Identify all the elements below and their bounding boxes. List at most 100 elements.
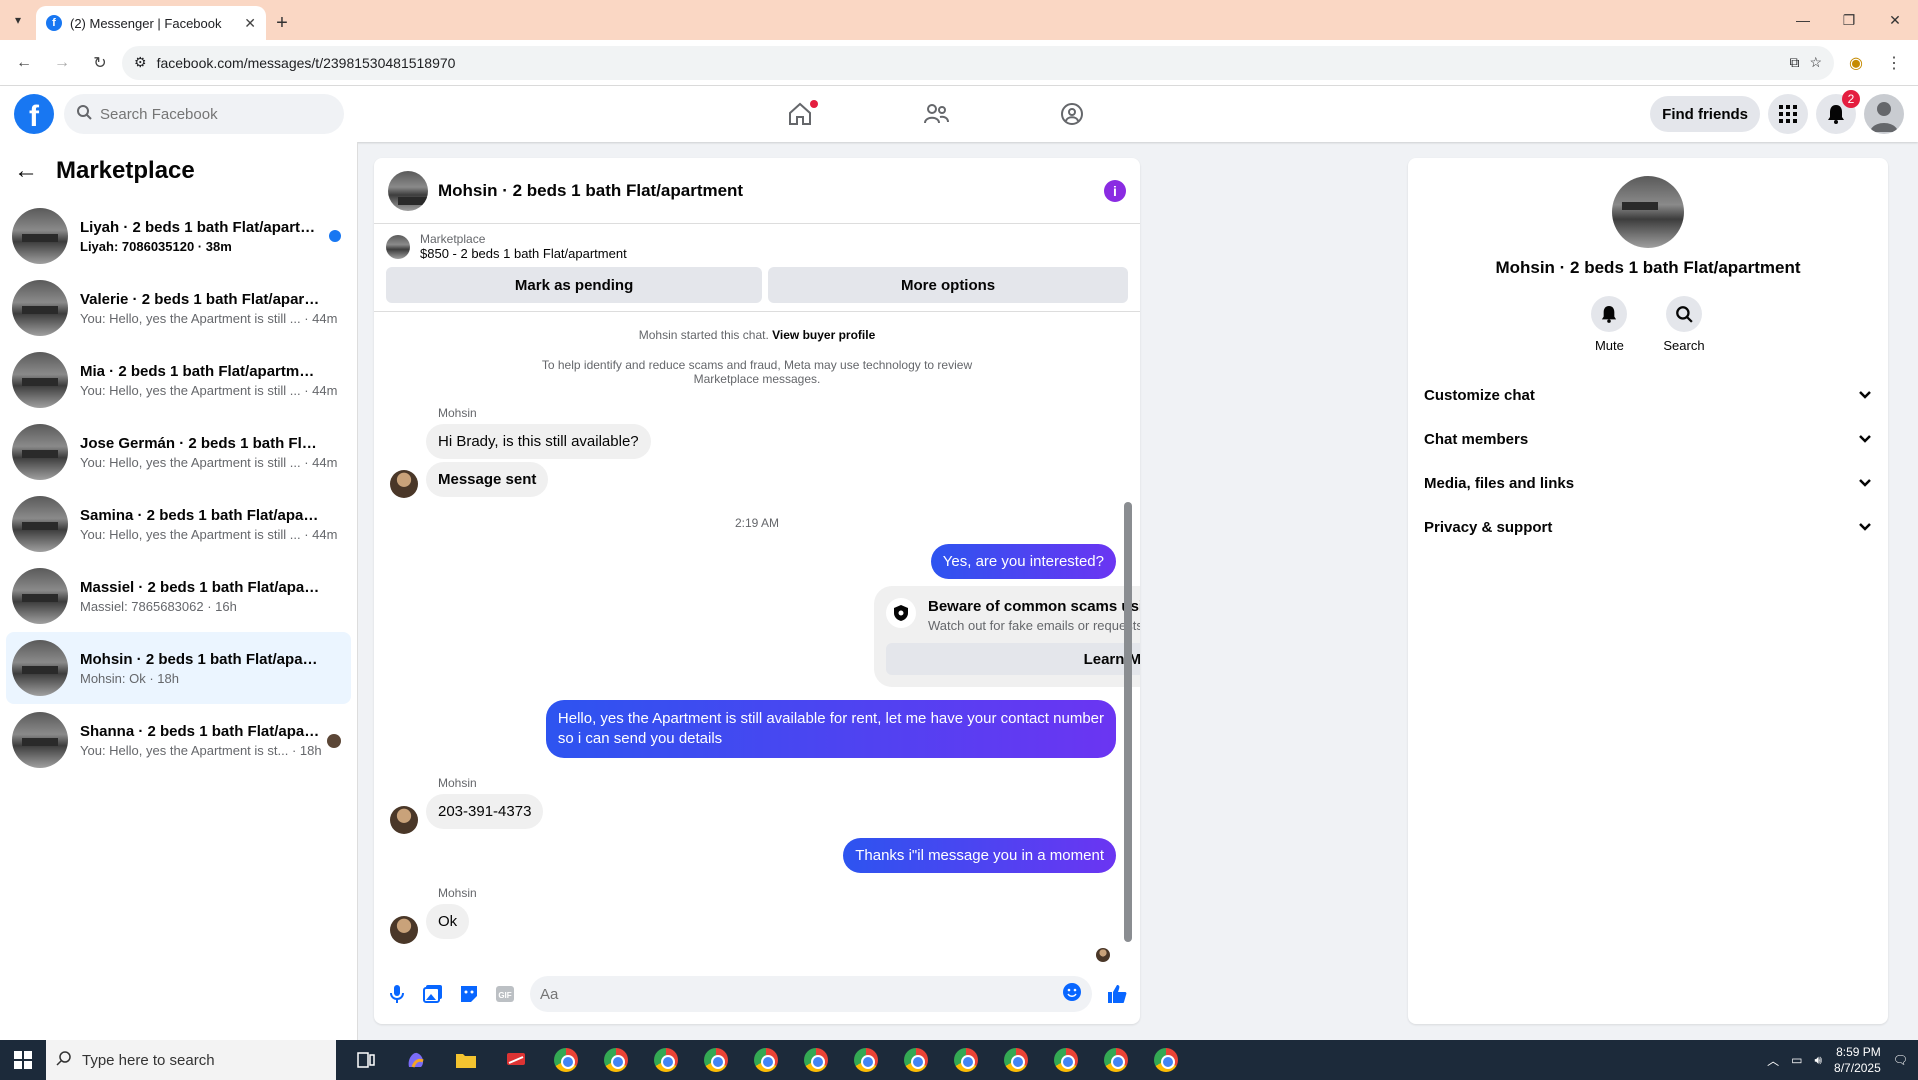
close-window-icon[interactable]: ✕ — [1872, 0, 1918, 40]
conversation-item[interactable]: Mia · 2 beds 1 bath Flat/apartment You: H… — [6, 344, 351, 416]
message-bubble-in[interactable]: 203-391-4373 — [426, 794, 544, 829]
more-options-button[interactable]: More options — [768, 267, 1128, 303]
bookmark-star-icon[interactable]: ☆ — [1809, 54, 1822, 71]
forward-icon[interactable]: → — [46, 47, 78, 79]
conversation-item[interactable]: Jose Germán · 2 beds 1 bath Flat/a... You… — [6, 416, 351, 488]
copilot-icon[interactable] — [396, 1040, 436, 1080]
tab-search-icon[interactable]: ▾ — [0, 0, 36, 40]
message-scrollbar[interactable] — [1124, 322, 1132, 962]
back-arrow-icon[interactable]: ← — [14, 157, 38, 185]
view-buyer-profile-link[interactable]: View buyer profile — [772, 328, 875, 342]
message-bubble-out[interactable]: Thanks i"il message you in a moment — [843, 838, 1116, 873]
scrollbar-thumb[interactable] — [1124, 502, 1132, 942]
chrome-icon[interactable] — [646, 1040, 686, 1080]
mark-as-pending-button[interactable]: Mark as pending — [386, 267, 763, 303]
conversation-item[interactable]: Shanna · 2 beds 1 bath Flat/apar... You: … — [6, 704, 351, 776]
sender-avatar[interactable] — [390, 470, 418, 498]
chrome-icon[interactable] — [596, 1040, 636, 1080]
chrome-icon[interactable] — [946, 1040, 986, 1080]
facebook-search[interactable] — [64, 94, 344, 134]
message-bubble-in[interactable]: Hi Brady, is this still available? — [426, 424, 651, 459]
account-avatar[interactable] — [1864, 94, 1904, 134]
browser-tab[interactable]: f (2) Messenger | Facebook ✕ — [36, 6, 266, 40]
groups-icon[interactable] — [1032, 86, 1112, 142]
sticker-icon[interactable] — [458, 983, 480, 1005]
conversation-item[interactable]: Massiel · 2 beds 1 bath Flat/apart... Mas… — [6, 560, 351, 632]
sender-avatar[interactable] — [390, 806, 418, 834]
file-explorer-icon[interactable] — [446, 1040, 486, 1080]
profile-icon[interactable]: ◉ — [1840, 47, 1872, 79]
chat-title[interactable]: Mohsin · 2 beds 1 bath Flat/apartment — [438, 181, 1094, 201]
network-icon[interactable]: ▭ — [1791, 1053, 1802, 1067]
tab-close-icon[interactable]: ✕ — [244, 15, 256, 32]
conversation-item[interactable]: Valerie · 2 beds 1 bath Flat/apartm... Yo… — [6, 272, 351, 344]
listing-title[interactable]: $850 - 2 beds 1 bath Flat/apartment — [420, 246, 627, 261]
chrome-icon[interactable] — [746, 1040, 786, 1080]
details-section-row[interactable]: Customize chat — [1424, 373, 1872, 417]
taskbar-clock[interactable]: 8:59 PM 8/7/2025 — [1834, 1044, 1881, 1076]
notification-center-icon[interactable]: 🗨︎ — [1893, 1053, 1908, 1067]
details-section-row[interactable]: Privacy & support — [1424, 505, 1872, 549]
gif-icon[interactable]: GIF — [494, 983, 516, 1005]
find-friends-button[interactable]: Find friends — [1650, 96, 1760, 132]
chrome-icon[interactable] — [896, 1040, 936, 1080]
friends-icon[interactable] — [896, 86, 976, 142]
reload-icon[interactable]: ↻ — [84, 47, 116, 79]
notifications-bell-icon[interactable]: 2 — [1816, 90, 1860, 134]
conversation-item[interactable]: Liyah · 2 beds 1 bath Flat/apartm... Liya… — [6, 200, 351, 272]
details-section-row[interactable]: Chat members — [1424, 417, 1872, 461]
details-avatar[interactable] — [1612, 176, 1684, 248]
details-section-label: Privacy & support — [1424, 518, 1553, 536]
site-settings-icon[interactable]: ⚙ — [134, 54, 147, 71]
microphone-icon[interactable] — [386, 983, 408, 1005]
facebook-logo-icon[interactable]: f — [14, 94, 54, 134]
message-bubble-out[interactable]: Hello, yes the Apartment is still availa… — [545, 700, 1116, 758]
chat-header: Mohsin · 2 beds 1 bath Flat/apartment i — [374, 158, 1140, 224]
info-icon[interactable]: i — [1104, 179, 1126, 202]
conversation-item[interactable]: Samina · 2 beds 1 bath Flat/apart... You:… — [6, 488, 351, 560]
message-bubble-in[interactable]: Ok — [426, 904, 470, 939]
restore-icon[interactable]: ❐ — [1826, 0, 1872, 40]
home-icon[interactable] — [760, 86, 840, 142]
chrome-icon[interactable] — [1096, 1040, 1136, 1080]
app-icon[interactable] — [496, 1040, 536, 1080]
chrome-icon[interactable] — [996, 1040, 1036, 1080]
facebook-header: f Find friends 2 — [0, 86, 1918, 142]
thumbs-up-icon[interactable] — [1106, 983, 1128, 1005]
chrome-icon[interactable] — [696, 1040, 736, 1080]
chrome-icon[interactable] — [846, 1040, 886, 1080]
chrome-icon[interactable] — [546, 1040, 586, 1080]
install-app-icon[interactable]: ⧉ — [1789, 54, 1799, 71]
conversation-item[interactable]: Mohsin · 2 beds 1 bath Flat/apart... Mohs… — [6, 632, 351, 704]
emoji-icon[interactable] — [1062, 982, 1082, 1007]
search-input[interactable] — [100, 105, 320, 123]
task-view-icon[interactable] — [346, 1040, 386, 1080]
details-section-row[interactable]: Media, files and links — [1424, 461, 1872, 505]
taskbar-search[interactable]: Type here to search — [46, 1040, 336, 1080]
url-bar[interactable]: ⚙ facebook.com/messages/t/23981530481518… — [122, 45, 1834, 80]
listing-thumbnail[interactable] — [386, 234, 410, 259]
back-icon[interactable]: ← — [8, 47, 40, 79]
message-input-box[interactable] — [530, 976, 1092, 1012]
browser-menu-icon[interactable]: ⋮ — [1878, 47, 1910, 79]
message-bubble-in[interactable]: Message sent — [426, 462, 549, 497]
conversation-thumbnail — [12, 640, 68, 696]
chat-avatar[interactable] — [388, 170, 428, 211]
new-tab-icon[interactable]: + — [266, 6, 298, 40]
chrome-icon[interactable] — [796, 1040, 836, 1080]
sender-avatar[interactable] — [390, 916, 418, 944]
windows-start-icon[interactable] — [0, 1040, 46, 1080]
search-in-chat-button[interactable]: Search — [1663, 296, 1705, 353]
minimize-icon[interactable]: — — [1780, 0, 1826, 40]
learn-more-button[interactable]: Learn More — [886, 643, 1140, 675]
message-input[interactable] — [540, 985, 1062, 1003]
volume-icon[interactable]: 🔊︎ — [1814, 1053, 1822, 1068]
chrome-icon[interactable] — [1046, 1040, 1086, 1080]
tab-title: (2) Messenger | Facebook — [70, 15, 222, 31]
message-bubble-out[interactable]: Yes, are you interested? — [930, 544, 1116, 579]
system-tray-chevron-icon[interactable]: ︿ — [1767, 1052, 1779, 1069]
photo-icon[interactable] — [422, 983, 444, 1005]
mute-button[interactable]: Mute — [1591, 296, 1628, 353]
chrome-icon[interactable] — [1146, 1040, 1186, 1080]
menu-grid-icon[interactable] — [1768, 94, 1808, 134]
